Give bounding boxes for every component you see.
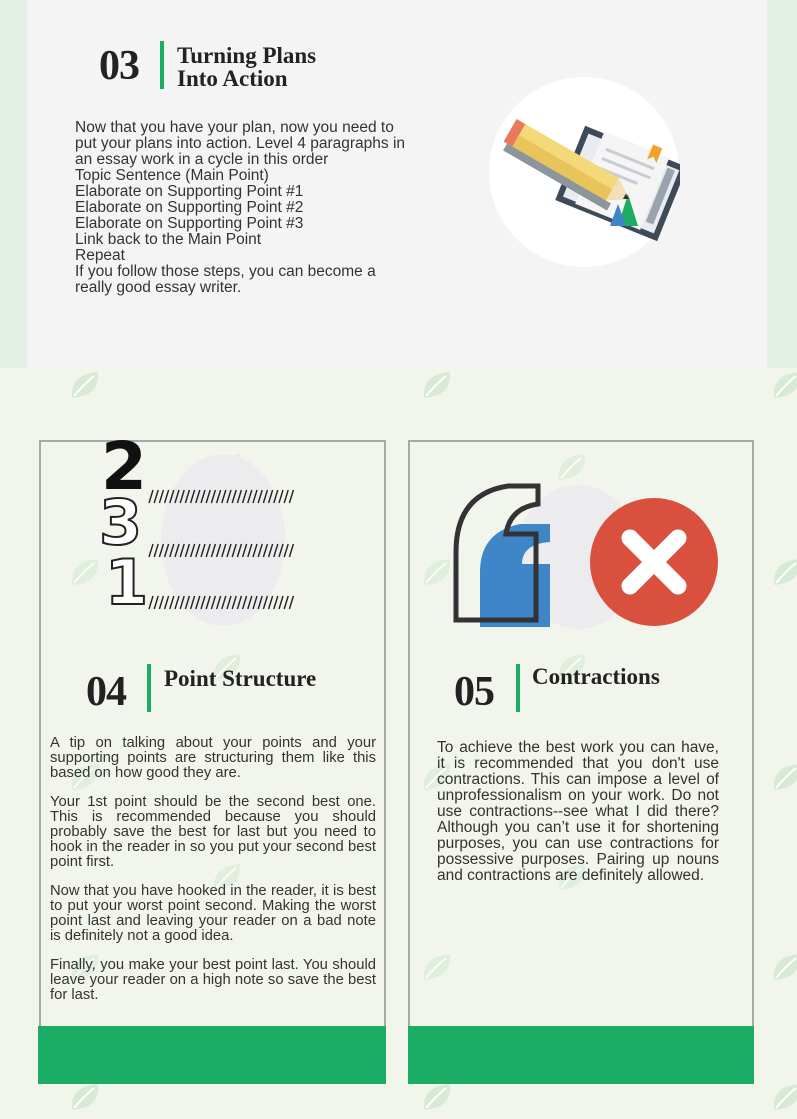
title-divider [160, 41, 164, 89]
rank-number-1: 1 [104, 546, 149, 619]
section-03-panel: 03 Turning Plans Into Action Now that yo… [27, 0, 767, 368]
body-line: an essay work in a cycle in this order [75, 151, 329, 168]
body-line: Elaborate on Supporting Point #1 [75, 183, 304, 200]
ranking-illustration: 2 3 1 [93, 434, 343, 626]
contraction-illustration [450, 482, 730, 632]
leaf-icon [770, 555, 797, 589]
pencil-notebook-illustration [488, 76, 688, 268]
apostrophe-icon [480, 524, 550, 627]
section-body: To achieve the best work you can have, i… [437, 739, 719, 884]
leaf-icon [770, 368, 797, 402]
body-line: Topic Sentence (Main Point) [75, 167, 269, 184]
body-line: If you follow those steps, you can becom… [75, 263, 376, 280]
rank-number-3: 3 [98, 486, 143, 559]
body-paragraph: Now that you have hooked in the reader, … [50, 883, 376, 944]
section-number: 05 [454, 669, 495, 715]
leaf-icon [770, 760, 797, 794]
title-line-1: Turning Plans [177, 43, 317, 68]
section-04-footer-bar [38, 1026, 386, 1084]
title-divider [516, 664, 520, 712]
pencil-notebook-icon [489, 77, 688, 267]
body-line: really good essay writer. [75, 279, 242, 296]
section-05-card: 05 Contractions To achieve the best work… [408, 440, 754, 1030]
body-paragraph: Your 1st point should be the second best… [50, 794, 376, 870]
section-title: Turning Plans Into Action [177, 44, 316, 90]
title-divider [147, 664, 151, 712]
body-line: Elaborate on Supporting Point #2 [75, 199, 304, 216]
section-body: A tip on talking about your points and y… [50, 736, 376, 1017]
leaf-icon [68, 1080, 102, 1114]
leaf-icon [68, 368, 102, 402]
section-title: Contractions [532, 664, 660, 689]
leaf-icon [420, 1080, 454, 1114]
section-title: Point Structure [164, 666, 317, 691]
section-04-card: 2 3 1 04 Point Structure A tip on talkin… [39, 434, 386, 1030]
leaf-icon [420, 368, 454, 402]
leaf-icon [770, 950, 797, 984]
body-line: Elaborate on Supporting Point #3 [75, 215, 304, 232]
x-mark-icon [590, 498, 718, 626]
leaf-icon [770, 1080, 797, 1114]
body-paragraph: A tip on talking about your points and y… [50, 735, 376, 781]
section-05-footer-bar [408, 1026, 754, 1084]
section-number: 03 [99, 43, 140, 89]
section-number: 04 [86, 669, 127, 715]
body-line: put your plans into action. Level 4 para… [75, 135, 406, 152]
body-line: Repeat [75, 247, 125, 264]
body-line: Now that you have your plan, now you nee… [75, 119, 394, 136]
body-line: Link back to the Main Point [75, 231, 262, 248]
contraction-graphic [453, 483, 718, 629]
title-line-2: Into Action [177, 66, 288, 91]
body-paragraph: Finally, you make your best point last. … [50, 957, 376, 1003]
section-body: Now that you have your plan, now you nee… [75, 120, 465, 296]
